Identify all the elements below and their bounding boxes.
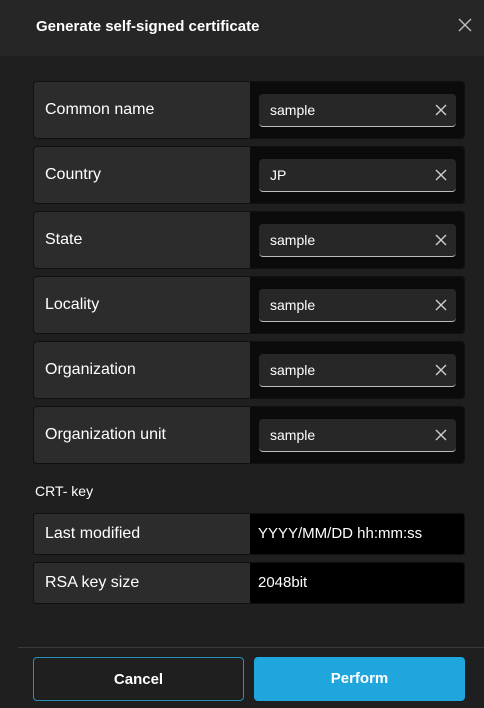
- state-value-cell: [250, 212, 464, 268]
- self-signed-certificate-dialog: Generate self-signed certificate Common …: [0, 0, 484, 708]
- common-name-input[interactable]: [259, 94, 424, 126]
- organization-unit-input[interactable]: [259, 419, 424, 451]
- clear-icon[interactable]: [432, 231, 450, 249]
- state-label: State: [45, 231, 83, 248]
- clear-icon[interactable]: [432, 296, 450, 314]
- locality-input[interactable]: [259, 289, 424, 321]
- last-modified-value: YYYY/MM/DD hh:mm:ss: [258, 525, 423, 542]
- clear-icon[interactable]: [432, 426, 450, 444]
- close-icon[interactable]: [454, 14, 476, 36]
- state-field: [259, 224, 456, 257]
- clear-icon[interactable]: [432, 166, 450, 184]
- country-label: Country: [45, 166, 102, 183]
- field-row-organization: Organization: [33, 341, 465, 399]
- country-value-cell: [250, 147, 464, 203]
- organization-field: [259, 354, 456, 387]
- rsa-key-size-value: 2048bit: [258, 574, 308, 591]
- organization-unit-field: [259, 419, 456, 452]
- common-name-value-cell: [250, 82, 464, 138]
- clear-icon[interactable]: [432, 101, 450, 119]
- locality-label: Locality: [45, 296, 100, 313]
- organization-value-cell: [250, 342, 464, 398]
- field-row-organization-unit: Organization unit: [33, 406, 465, 464]
- country-field: [259, 159, 456, 192]
- crt-key-section-title: CRT- key: [35, 483, 94, 499]
- cancel-button[interactable]: Cancel: [33, 657, 244, 701]
- organization-input[interactable]: [259, 354, 424, 386]
- locality-value-cell: [250, 277, 464, 333]
- field-row-state: State: [33, 211, 465, 269]
- state-input[interactable]: [259, 224, 424, 256]
- last-modified-label: Last modified: [45, 525, 141, 542]
- rsa-key-size-row: RSA key size 2048bit: [33, 562, 465, 604]
- last-modified-value-cell: YYYY/MM/DD hh:mm:ss: [250, 514, 464, 554]
- last-modified-row: Last modified YYYY/MM/DD hh:mm:ss: [33, 513, 465, 555]
- rsa-key-size-value-cell: 2048bit: [250, 563, 464, 603]
- field-row-country: Country: [33, 146, 465, 204]
- perform-button[interactable]: Perform: [254, 657, 465, 701]
- field-row-common-name: Common name: [33, 81, 465, 139]
- organization-unit-value-cell: [250, 407, 464, 463]
- field-row-locality: Locality: [33, 276, 465, 334]
- dialog-title-bar: Generate self-signed certificate: [0, 0, 484, 56]
- common-name-label: Common name: [45, 101, 155, 118]
- locality-field: [259, 289, 456, 322]
- dialog-title: Generate self-signed certificate: [36, 18, 260, 35]
- rsa-key-size-label: RSA key size: [45, 574, 140, 591]
- footer-divider: [18, 647, 484, 648]
- organization-unit-label: Organization unit: [45, 426, 166, 443]
- common-name-field: [259, 94, 456, 127]
- country-input[interactable]: [259, 159, 424, 191]
- clear-icon[interactable]: [432, 361, 450, 379]
- organization-label: Organization: [45, 361, 136, 378]
